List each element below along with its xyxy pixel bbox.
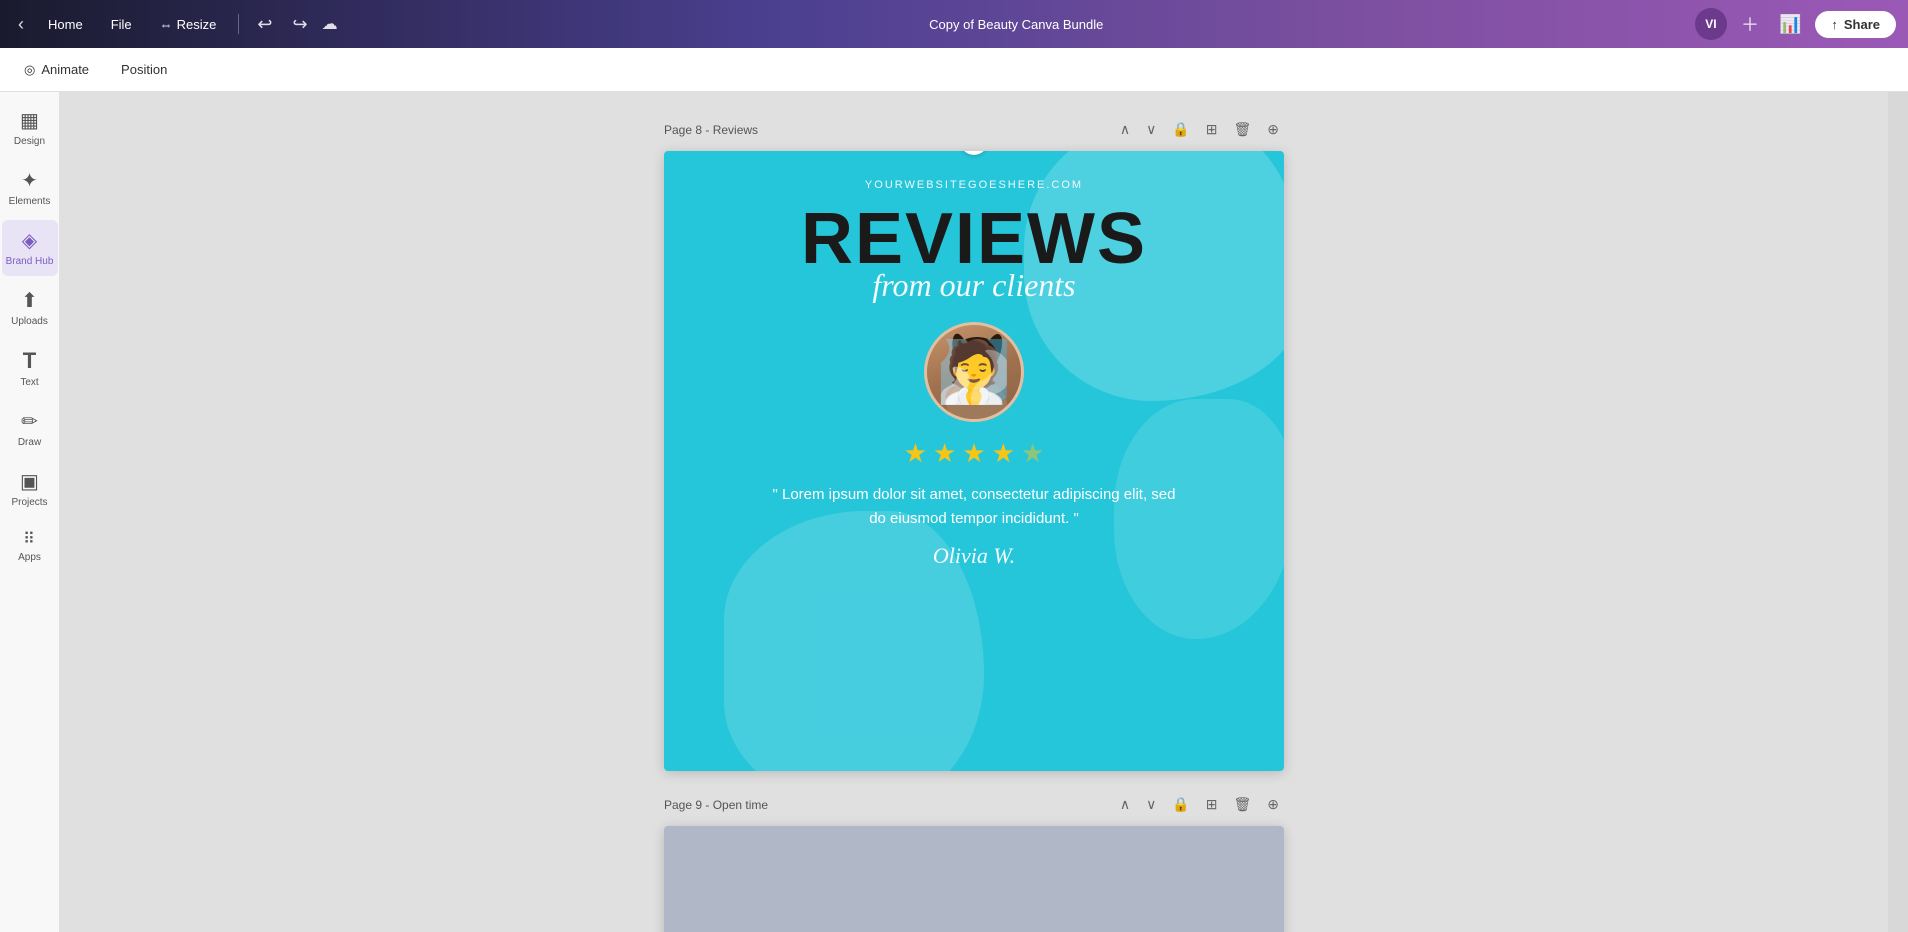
design-icon: ▦ xyxy=(20,108,39,133)
add-collaborator-button[interactable]: ＋ xyxy=(1735,7,1765,41)
star-1: ★ xyxy=(904,438,927,469)
topbar-center: Copy of Beauty Canva Bundle xyxy=(346,17,1687,32)
sidebar-item-elements[interactable]: ✦ Elements xyxy=(2,160,58,216)
page9-trash-btn[interactable]: 🗑 xyxy=(1228,793,1256,816)
back-button[interactable]: ‹ xyxy=(12,10,30,39)
page8-lock-btn[interactable]: 🔒 xyxy=(1167,118,1194,141)
website-url: YOURWEBSITEGOESHERE.COM xyxy=(865,179,1083,191)
uploads-icon: ⬆ xyxy=(21,288,38,313)
page8-controls: ∧ ∨ 🔒 ⊞ 🗑 ⊕ xyxy=(1115,118,1284,141)
page9-header: Page 9 - Open time ∧ ∨ 🔒 ⊞ 🗑 ⊕ xyxy=(664,787,1284,822)
page8-header: Page 8 - Reviews ∧ ∨ 🔒 ⊞ 🗑 ⊕ xyxy=(664,112,1284,147)
document-title[interactable]: Copy of Beauty Canva Bundle xyxy=(929,17,1103,32)
sidebar-item-draw[interactable]: ✏ Draw xyxy=(2,401,58,457)
page9-down-btn[interactable]: ∨ xyxy=(1141,793,1161,816)
page8-grid-btn[interactable]: ⊞ xyxy=(1201,118,1223,141)
sidebar-item-brand-hub[interactable]: ◈ Brand Hub xyxy=(2,220,58,276)
resize-button[interactable]: ⇔ Resize xyxy=(150,13,227,36)
reviewer-name: Olivia W. xyxy=(933,543,1015,569)
text-icon: T xyxy=(23,348,36,374)
page9-expand-btn[interactable]: ⊕ xyxy=(1262,793,1284,816)
analytics-button[interactable]: 📊 xyxy=(1773,10,1807,39)
file-button[interactable]: File xyxy=(101,13,142,36)
elements-icon: ✦ xyxy=(21,168,38,193)
star-5: ★ xyxy=(1021,438,1044,469)
sidebar: ▦ Design ✦ Elements ◈ Brand Hub ⬆ Upload… xyxy=(0,92,60,932)
reviews-heading[interactable]: REVIEWS xyxy=(801,203,1147,275)
cloud-icon: ☁ xyxy=(322,14,338,34)
sidebar-item-design[interactable]: ▦ Design xyxy=(2,100,58,156)
review-quote: " Lorem ipsum dolor sit amet, consectetu… xyxy=(764,483,1184,531)
page9-up-btn[interactable]: ∧ xyxy=(1115,793,1135,816)
star-4: ★ xyxy=(992,438,1015,469)
star-3: ★ xyxy=(962,438,985,469)
separator xyxy=(238,14,239,34)
page8-trash-btn[interactable]: 🗑 xyxy=(1228,118,1256,141)
reviews-subheading[interactable]: from our clients xyxy=(872,267,1075,304)
topbar-right: VI ＋ 📊 ↑ Share xyxy=(1695,7,1896,41)
animate-icon: ◎ xyxy=(24,62,35,78)
redo-button[interactable]: ↪ xyxy=(286,10,313,39)
sidebar-item-apps[interactable]: ⠿ Apps xyxy=(2,521,58,572)
avatar[interactable]: VI xyxy=(1695,8,1727,40)
page8-title: Page 8 - Reviews xyxy=(664,123,758,137)
page8-up-btn[interactable]: ∧ xyxy=(1115,118,1135,141)
star-2: ★ xyxy=(933,438,956,469)
sidebar-item-uploads[interactable]: ⬆ Uploads xyxy=(2,280,58,336)
page9-controls: ∧ ∨ 🔒 ⊞ 🗑 ⊕ xyxy=(1115,793,1284,816)
reviewer-photo xyxy=(927,325,1021,419)
page8-slide[interactable]: ↻ YOURWEBSITEGOESHERE.COM REVIEWS from o… xyxy=(664,151,1284,771)
page9-grid-btn[interactable]: ⊞ xyxy=(1201,793,1223,816)
sidebar-item-projects[interactable]: ▣ Projects xyxy=(2,461,58,517)
canvas-area[interactable]: Page 8 - Reviews ∧ ∨ 🔒 ⊞ 🗑 ⊕ ↻ xyxy=(60,92,1888,932)
draw-icon: ✏ xyxy=(21,409,38,434)
reviewer-avatar xyxy=(924,322,1024,422)
brand-hub-icon: ◈ xyxy=(22,228,37,253)
page9-container: Page 9 - Open time ∧ ∨ 🔒 ⊞ 🗑 ⊕ xyxy=(664,771,1284,932)
page9-slide[interactable] xyxy=(664,826,1284,932)
share-button[interactable]: ↑ Share xyxy=(1815,11,1896,38)
home-button[interactable]: Home xyxy=(38,13,93,36)
sidebar-item-text[interactable]: T Text xyxy=(2,340,58,397)
star-rating: ★ ★ ★ ★ ★ xyxy=(904,438,1045,469)
page9-title: Page 9 - Open time xyxy=(664,798,768,812)
topbar: ‹ Home File ⇔ Resize ↩ ↪ ☁ Copy of Beaut… xyxy=(0,0,1908,48)
resize-icon: ⇔ xyxy=(160,17,173,32)
undo-button[interactable]: ↩ xyxy=(251,10,278,39)
topbar-left: ‹ Home File ⇔ Resize ↩ ↪ ☁ xyxy=(12,10,338,39)
rotate-handle[interactable]: ↻ xyxy=(960,151,988,155)
page8-container: Page 8 - Reviews ∧ ∨ 🔒 ⊞ 🗑 ⊕ ↻ xyxy=(664,112,1284,771)
page8-down-btn[interactable]: ∨ xyxy=(1141,118,1161,141)
page9-lock-btn[interactable]: 🔒 xyxy=(1167,793,1194,816)
toolbar: ◎ Animate Position xyxy=(0,48,1908,92)
apps-icon: ⠿ xyxy=(23,529,36,549)
animate-button[interactable]: ◎ Animate xyxy=(16,58,97,82)
right-edge xyxy=(1888,92,1908,932)
share-icon: ↑ xyxy=(1831,17,1838,32)
page8-expand-btn[interactable]: ⊕ xyxy=(1262,118,1284,141)
position-button[interactable]: Position xyxy=(113,58,175,81)
main: ▦ Design ✦ Elements ◈ Brand Hub ⬆ Upload… xyxy=(0,92,1908,932)
slide-content: YOURWEBSITEGOESHERE.COM REVIEWS from our… xyxy=(664,151,1284,771)
projects-icon: ▣ xyxy=(20,469,39,494)
